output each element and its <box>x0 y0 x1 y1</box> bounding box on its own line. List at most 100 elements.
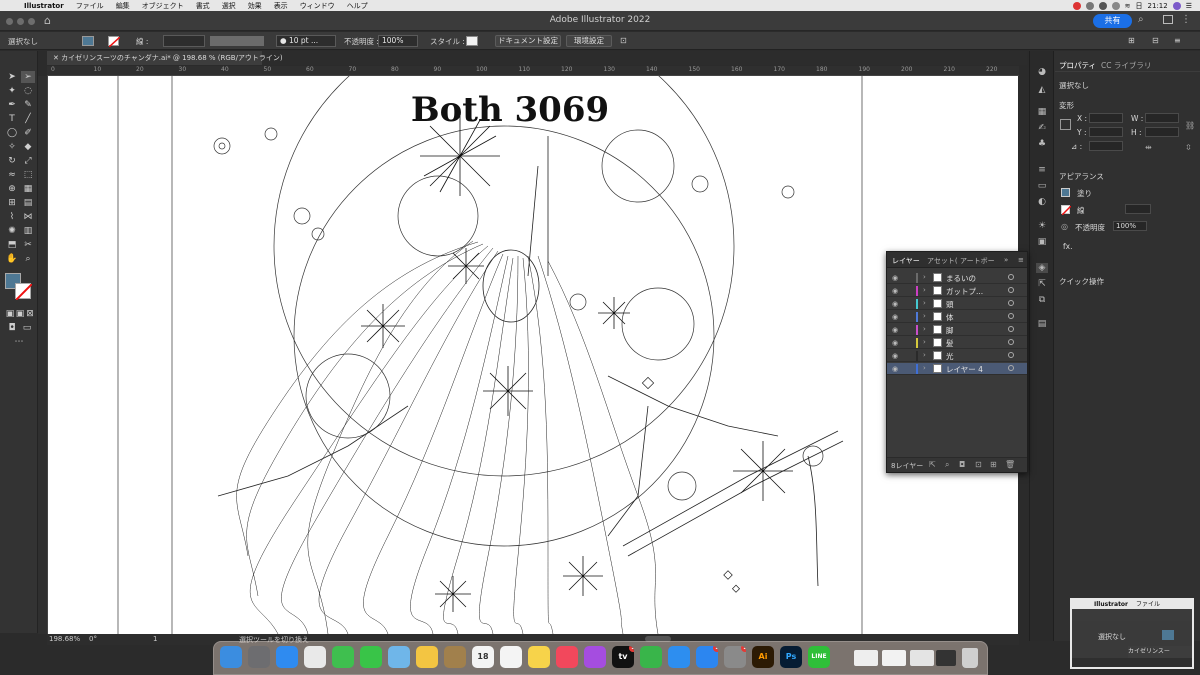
expand-arrow-icon[interactable]: › <box>923 286 926 294</box>
layer-name[interactable]: 頭 <box>946 299 954 310</box>
tab-layers[interactable]: レイヤー <box>892 256 920 266</box>
battery-icon[interactable] <box>1111 1 1120 10</box>
shaper-tool-icon[interactable]: ✧ <box>5 141 19 153</box>
layer-row-selected[interactable]: ◉ › レイヤー 4 <box>887 363 1027 375</box>
direct-selection-tool-icon[interactable]: ➢ <box>21 71 35 83</box>
dock-app-safari-icon[interactable] <box>276 646 298 668</box>
curvature-tool-icon[interactable]: ✎ <box>21 99 35 111</box>
transparency-icon[interactable]: ◐ <box>1036 197 1048 207</box>
dock-app-keynote-icon[interactable] <box>668 646 690 668</box>
stroke-panel-icon[interactable]: ≡ <box>1036 165 1048 175</box>
new-layer-icon[interactable]: ⊞ <box>990 460 997 469</box>
locate-object-icon[interactable]: ⌕ <box>945 460 949 470</box>
layer-row[interactable]: ◉ › 頭 <box>887 298 1027 310</box>
stroke-swatch[interactable] <box>108 36 120 47</box>
expand-arrow-icon[interactable]: › <box>923 325 926 333</box>
stroke-color-box[interactable] <box>15 283 32 300</box>
perspective-grid-icon[interactable]: ▦ <box>21 183 35 195</box>
dock-app-finder-icon[interactable] <box>220 646 242 668</box>
layer-name[interactable]: ガットプ... <box>946 286 983 297</box>
dock-app-podcasts-icon[interactable] <box>584 646 606 668</box>
symbol-sprayer-icon[interactable]: ✺ <box>5 225 19 237</box>
dock-app-music-icon[interactable] <box>556 646 578 668</box>
target-circle-icon[interactable] <box>1008 287 1014 293</box>
width-field[interactable] <box>1145 113 1179 123</box>
stroke-swatch[interactable] <box>1061 205 1071 215</box>
color-guide-icon[interactable]: ◭ <box>1036 85 1048 95</box>
workspace-icon[interactable] <box>1163 15 1173 24</box>
search-icon[interactable]: ⌕ <box>1138 14 1144 25</box>
swatches-icon[interactable]: ▦ <box>1036 107 1048 117</box>
ellipse-tool-icon[interactable]: ◯ <box>5 127 19 139</box>
menu-edit[interactable]: 編集 <box>110 1 136 11</box>
new-sublayer-icon[interactable]: ⊡ <box>975 460 982 469</box>
expand-arrow-icon[interactable]: › <box>923 351 926 359</box>
visibility-eye-icon[interactable]: ◉ <box>892 352 898 360</box>
screenshot-thumbnail[interactable]: Illustrator ファイル 選択なし カイゼリンスー <box>1070 598 1194 669</box>
clock-date[interactable]: 日 <box>1136 1 1143 11</box>
lasso-icon[interactable]: ◌ <box>21 85 35 97</box>
visibility-eye-icon[interactable]: ◉ <box>892 287 898 295</box>
graphic-styles-icon[interactable]: ▣ <box>1036 237 1048 247</box>
recent-document-thumbnail[interactable] <box>854 650 878 666</box>
layer-name[interactable]: 光 <box>946 351 954 362</box>
expand-arrow-icon[interactable]: › <box>923 273 926 281</box>
control-center-icon[interactable]: ☰ <box>1186 2 1192 10</box>
flip-vertical-icon[interactable]: ⇳ <box>1185 143 1192 152</box>
recent-document-thumbnail[interactable] <box>882 650 906 666</box>
visibility-eye-icon[interactable]: ◉ <box>892 313 898 321</box>
layer-name[interactable]: 脚 <box>946 325 954 336</box>
edit-toolbar-icon[interactable]: ⋯ <box>12 336 26 348</box>
trash-icon[interactable]: 🗑 <box>1005 460 1015 469</box>
stroke-weight-field[interactable] <box>163 35 205 47</box>
close-tab-icon[interactable]: ✕ <box>53 54 61 62</box>
panel-collapse-icon[interactable]: » <box>1004 256 1008 264</box>
document-tab[interactable]: ✕ カイゼリンスーツのチャンダナ.ai* @ 198.68 % (RGB/アウト… <box>47 51 283 65</box>
hand-tool-icon[interactable]: ✋ <box>5 253 19 265</box>
visibility-eye-icon[interactable]: ◉ <box>892 326 898 334</box>
menu-select[interactable]: 選択 <box>216 1 242 11</box>
dock-app-system-preferences-icon[interactable]: 1 <box>724 646 746 668</box>
graphic-style-swatch[interactable] <box>466 36 478 46</box>
layer-name[interactable]: レイヤー 4 <box>946 364 983 375</box>
dock-app-maps-icon[interactable] <box>388 646 410 668</box>
artboard-canvas[interactable]: Both 3069 <box>48 76 1018 634</box>
expand-arrow-icon[interactable]: › <box>923 312 926 320</box>
scale-tool-icon[interactable]: ⤢ <box>21 155 35 167</box>
zoom-level[interactable]: 198.68% <box>49 635 80 643</box>
export-icon[interactable]: ⇱ <box>929 460 936 469</box>
dock-app-notes-icon[interactable] <box>528 646 550 668</box>
eraser-tool-icon[interactable]: ◆ <box>21 141 35 153</box>
draw-mode-icon[interactable]: ◘ <box>5 322 19 334</box>
shape-builder-icon[interactable]: ⊕ <box>5 183 19 195</box>
menu-effect[interactable]: 効果 <box>242 1 268 11</box>
y-field[interactable] <box>1089 127 1123 137</box>
tab-cc-libraries[interactable]: CC ライブラリ <box>1101 60 1151 71</box>
tab-assets[interactable]: アセット( <box>927 256 958 266</box>
visibility-eye-icon[interactable]: ◉ <box>892 274 898 282</box>
status-app-icon[interactable] <box>1072 1 1081 10</box>
slice-tool-icon[interactable]: ✂ <box>21 239 35 251</box>
dock-app-numbers-icon[interactable] <box>640 646 662 668</box>
status-app-icon[interactable] <box>1085 1 1094 10</box>
artwork-title-text[interactable]: Both 3069 <box>48 90 972 130</box>
workspace-menu-icon[interactable]: ⋮ <box>1181 14 1191 25</box>
artboard-tool-icon[interactable]: ⬒ <box>5 239 19 251</box>
layer-name[interactable]: 体 <box>946 312 954 323</box>
stroke-weight-field[interactable] <box>1125 204 1151 214</box>
type-tool-icon[interactable]: T <box>5 113 19 125</box>
rotation-value[interactable]: 0° <box>89 635 97 643</box>
panel-menu-icon[interactable]: ≡ <box>1018 256 1024 264</box>
dock-app-chrome-icon[interactable] <box>304 646 326 668</box>
target-circle-icon[interactable] <box>1008 313 1014 319</box>
target-circle-icon[interactable] <box>1008 300 1014 306</box>
fill-swatch[interactable] <box>1061 188 1070 197</box>
artboards-icon[interactable]: ⧉ <box>1036 295 1048 305</box>
appearance-icon[interactable]: ☀ <box>1036 221 1048 231</box>
layer-name[interactable]: まるいの <box>946 273 976 284</box>
dock-app-launchpad-icon[interactable] <box>248 646 270 668</box>
warp-tool-icon[interactable]: ≈ <box>5 169 19 181</box>
arrange-icon[interactable]: ⊡ <box>620 36 627 45</box>
opacity-field[interactable]: 100% <box>378 35 418 47</box>
document-setup-button[interactable]: ドキュメント設定 <box>495 35 561 47</box>
